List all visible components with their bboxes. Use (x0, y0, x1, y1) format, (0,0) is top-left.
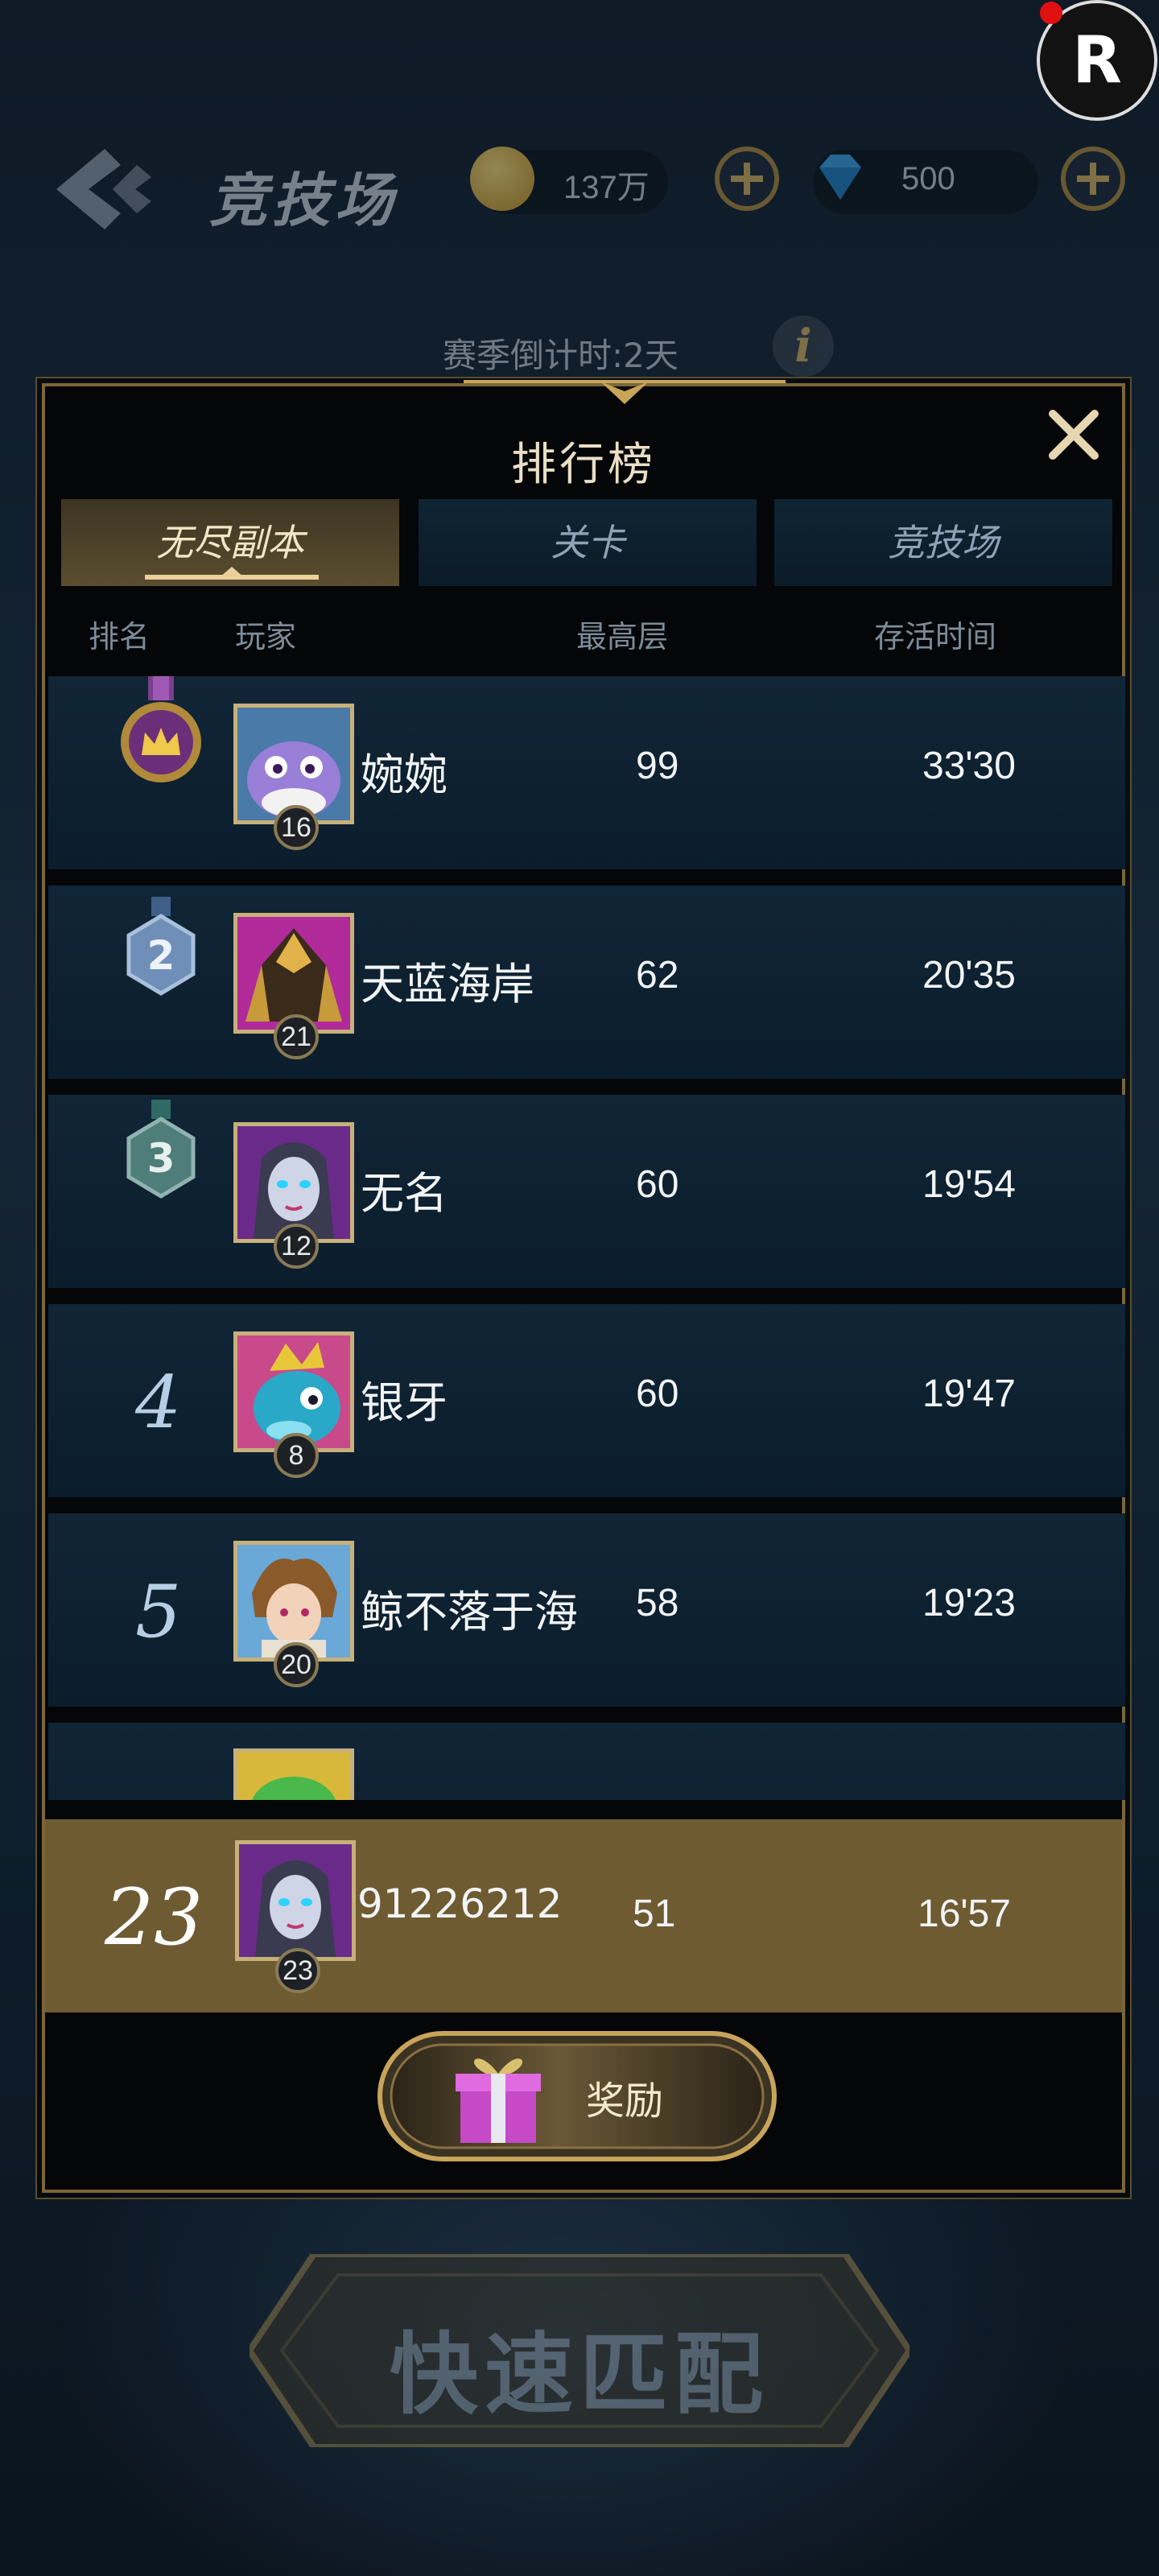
level-badge: 20 (274, 1642, 319, 1687)
level-badge: 8 (274, 1433, 319, 1478)
page-title: 竞技场 (209, 167, 398, 234)
survival-time: 16'57 (918, 1893, 1011, 1935)
player-name: 无名 (361, 1168, 448, 1219)
column-header-player: 玩家 (235, 619, 297, 654)
svg-text:2: 2 (147, 932, 175, 979)
leaderboard-list[interactable]: 16 婉婉 99 33'30 2 21 天蓝海岸 62 20'35 3 12 无… (48, 676, 1125, 1800)
my-rank-row[interactable]: 23 23 91226212 51 16'57 (45, 1819, 1122, 2013)
player-name: 91226212 (357, 1880, 563, 1927)
quick-match-button[interactable]: 快速匹配 (250, 2254, 909, 2447)
survival-time: 33'30 (922, 745, 1016, 787)
top-ornament-icon (464, 380, 786, 404)
player-name: 鲸不落于海 (361, 1587, 578, 1637)
table-row[interactable]: 5 20 鲸不落于海 58 19'23 (48, 1513, 1125, 1707)
player-name: 婉婉 (361, 749, 448, 800)
svg-text:3: 3 (147, 1135, 175, 1182)
avatar[interactable] (235, 1840, 356, 1961)
quick-match-label: 快速匹配 (390, 2323, 769, 2426)
table-row[interactable]: 16 婉婉 99 33'30 (48, 676, 1125, 869)
table-row[interactable]: 3 12 无名 60 19'54 (48, 1095, 1125, 1288)
survival-time: 19'54 (922, 1163, 1016, 1206)
gold-crown-medal-icon (113, 676, 209, 797)
highest-floor: 60 (636, 1163, 679, 1206)
level-badge: 21 (274, 1014, 319, 1059)
table-row[interactable]: 4 8 银牙 60 19'47 (48, 1304, 1125, 1497)
column-header-time: 存活时间 (874, 619, 997, 654)
add-gold-button[interactable] (715, 147, 779, 211)
rank-number: 4 (135, 1360, 182, 1445)
tab-bar: 无尽副本 关卡 竞技场 (61, 499, 1112, 589)
leaderboard-modal: 排行榜 无尽副本 关卡 竞技场 排名 玩家 最高层 存活时间 16 婉婉 99 … (42, 380, 1125, 2193)
player-name: 银牙 (361, 1377, 448, 1428)
survival-time: 19'23 (922, 1582, 1016, 1624)
highest-floor: 62 (636, 954, 679, 997)
gold-value: 137万 (563, 170, 650, 205)
highest-floor: 58 (636, 1582, 679, 1624)
highest-floor: 51 (633, 1893, 676, 1935)
modal-title: 排行榜 (511, 439, 656, 491)
level-badge: 12 (274, 1224, 319, 1269)
add-diamond-button[interactable] (1061, 147, 1125, 211)
season-countdown: 赛季倒计时:2天 (443, 336, 678, 375)
gift-icon (454, 2046, 542, 2146)
survival-time: 19'47 (922, 1373, 1016, 1415)
column-header-rank: 排名 (89, 619, 151, 654)
player-name: 天蓝海岸 (361, 959, 534, 1009)
rank-three-medal-icon: 3 (122, 1100, 219, 1220)
level-badge: 16 (274, 805, 319, 850)
tab-stages[interactable]: 关卡 (419, 499, 757, 586)
back-arrow-icon[interactable] (48, 145, 161, 233)
level-badge: 23 (275, 1948, 320, 1993)
avatar[interactable] (233, 1748, 354, 1800)
reward-label: 奖励 (586, 2079, 664, 2124)
diamond-counter: 500 (813, 150, 1038, 214)
close-icon[interactable] (1041, 402, 1106, 467)
diamond-value: 500 (901, 161, 955, 196)
top-bar: 竞技场 137万 500 (0, 121, 1159, 250)
tab-caret-icon (219, 567, 245, 578)
table-row[interactable]: 2 21 天蓝海岸 62 20'35 (48, 886, 1125, 1079)
highest-floor: 60 (636, 1373, 679, 1415)
column-header-floor: 最高层 (576, 619, 669, 654)
table-row[interactable] (48, 1723, 1125, 1800)
gold-coin-icon (470, 147, 534, 211)
gold-counter: 137万 (470, 147, 668, 214)
rank-two-medal-icon: 2 (122, 897, 219, 1018)
info-icon[interactable]: i (773, 316, 834, 377)
my-rank-number: 23 (105, 1872, 204, 1963)
survival-time: 20'35 (922, 954, 1016, 997)
tab-arena[interactable]: 竞技场 (774, 499, 1112, 586)
diamond-icon (808, 147, 872, 211)
reward-button[interactable]: 奖励 (377, 2030, 777, 2162)
recording-dot-icon (1040, 2, 1062, 24)
highest-floor: 99 (636, 745, 679, 787)
rank-number: 5 (135, 1570, 182, 1654)
